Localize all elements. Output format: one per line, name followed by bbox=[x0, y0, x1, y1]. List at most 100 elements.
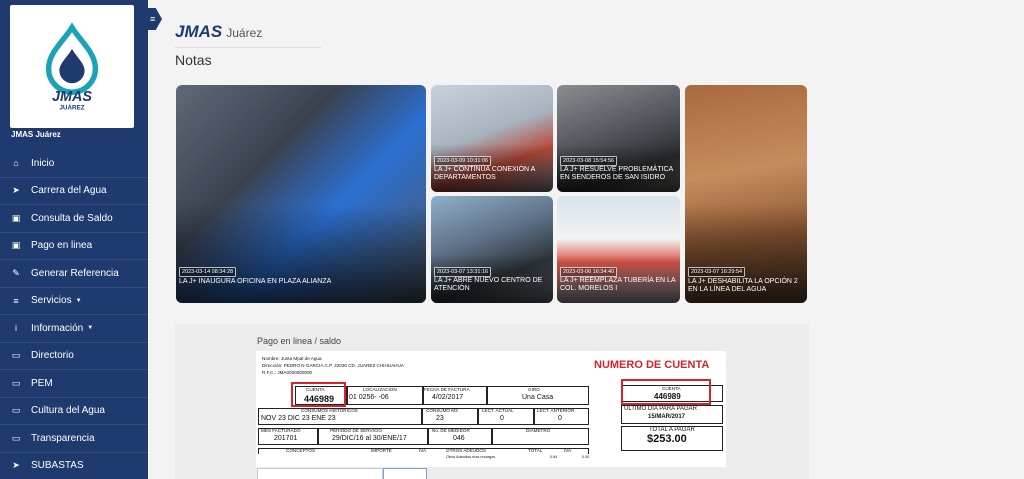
send-icon: ➤ bbox=[12, 185, 20, 196]
news-date: 2023-03-07 13:31:16 bbox=[434, 267, 492, 277]
account-search-button[interactable] bbox=[383, 468, 427, 479]
logo-text: JMAS bbox=[52, 89, 92, 105]
bill-consumo-m3-value: 23 bbox=[436, 415, 444, 422]
bill-medidor-value: 046 bbox=[453, 435, 465, 442]
news-date: 2023-03-07 16:29:54 bbox=[688, 267, 746, 277]
bill-direccion: Dirección: PEDRO N GARCIA C.P. 32030 CD.… bbox=[262, 363, 404, 368]
bill-localizacion-value: 01 0256- -06 bbox=[349, 394, 389, 401]
bill-ultimo-dia-label: ULTIMO DIA PARA PAGAR bbox=[624, 406, 698, 412]
sidebar-item-cultura-del-agua[interactable]: ▭ Cultura del Agua bbox=[0, 398, 148, 425]
sidebar-item-inicio[interactable]: ⌂ Inicio bbox=[0, 150, 148, 178]
brand-name: JMAS Juárez bbox=[11, 130, 61, 139]
news-card[interactable]: 2023-03-14 08:34:28 LA J+ INAUGURA OFICIN… bbox=[176, 85, 426, 303]
news-card[interactable]: 2023-03-07 16:29:54 LA J+ DESHABILITA LA … bbox=[685, 85, 807, 303]
bill-periodo-value: 29/DIC/16 al 30/ENE/17 bbox=[332, 435, 407, 442]
sidebar-toggle-button[interactable]: ≡ bbox=[148, 8, 162, 30]
money-icon: ▣ bbox=[11, 212, 21, 223]
sidebar-item-label: Servicios bbox=[31, 295, 72, 307]
bill-otros-row: Otros Adeudos mas recargos bbox=[446, 455, 496, 459]
news-card[interactable]: 2023-03-06 16:34:40 LA J+ REEMPLAZA TUBER… bbox=[557, 196, 680, 303]
bill-consumos-value: NOV 23 DIC 23 ENE 23 bbox=[261, 415, 336, 422]
sidebar-item-label: Generar Referencia bbox=[31, 267, 119, 279]
sidebar-item-generar-referencia[interactable]: ✎ Generar Referencia bbox=[0, 260, 148, 288]
bill-nombre: Nombre: Junta Mpal de Agua bbox=[262, 356, 322, 361]
news-title: LA J+ CONTINÚA CONEXIÓN A DEPARTAMENTOS bbox=[434, 166, 535, 181]
bill-iva2-label: IVA bbox=[564, 448, 572, 453]
sidebar-item-consulta-de-saldo[interactable]: ▣ Consulta de Saldo bbox=[0, 205, 148, 233]
sidebar-item-label: Directorio bbox=[31, 350, 74, 362]
news-title: LA J+ INAUGURA OFICINA EN PLAZA ALIANZA bbox=[179, 278, 332, 285]
account-number-input[interactable] bbox=[257, 468, 383, 479]
news-date: 2023-03-09 10:31:06 bbox=[434, 156, 492, 166]
bill-diametro-label: DIAMETRO bbox=[526, 428, 551, 433]
sidebar: JMAS JUÁREZ JMAS Juárez ⌂ Inicio ➤ Carrera … bbox=[0, 0, 148, 479]
sidebar-item-label: SUBASTAS bbox=[31, 460, 84, 472]
bill-consumos-label: CONSUMOS HISTORICOS bbox=[301, 408, 358, 413]
sidebar-item-pago-en-linea[interactable]: ▣ Pago en linea bbox=[0, 233, 148, 260]
bill-iva-label: IVA bbox=[419, 448, 427, 453]
news-title: LA J+ ABRE NUEVO CENTRO DE ATENCIÓN bbox=[434, 277, 543, 292]
bill-consumo-m3-label: CONSUMO M3 bbox=[426, 408, 458, 413]
sidebar-item-información[interactable]: i Información ▼ bbox=[0, 315, 148, 343]
caret-down-icon: ▼ bbox=[87, 325, 94, 332]
bill-total-pagar-value: $253.00 bbox=[647, 433, 687, 445]
edit-icon: ✎ bbox=[12, 267, 20, 278]
bill-giro-label: GIRO bbox=[528, 387, 540, 392]
sidebar-item-label: Pago en linea bbox=[31, 240, 93, 252]
right-cuenta-highlight bbox=[621, 379, 711, 405]
bill-importe-label: IMPORTE bbox=[371, 448, 392, 453]
news-card[interactable]: 2023-03-08 15:54:56 LA J+ RESUELVE PROBLE… bbox=[557, 85, 680, 192]
logo-subtext: JUÁREZ bbox=[59, 102, 84, 111]
bill-otros-label: OTROS ADEUDOS bbox=[446, 448, 487, 453]
caret-down-icon: ▼ bbox=[75, 297, 82, 304]
header-divider bbox=[175, 47, 321, 48]
bill-lect-anterior-label: LECT. ANTERIOR bbox=[537, 408, 575, 413]
card-icon: ▭ bbox=[11, 432, 21, 443]
page-header: JMAS Juárez bbox=[175, 22, 262, 42]
card-icon: ▭ bbox=[11, 377, 21, 388]
card-icon: ▭ bbox=[11, 405, 21, 416]
bill-mes-label: MES FACTURADO bbox=[261, 428, 301, 433]
sidebar-item-pem[interactable]: ▭ PEM bbox=[0, 370, 148, 398]
send-icon: ➤ bbox=[12, 460, 20, 471]
numero-de-cuenta-label: NUMERO DE CUENTA bbox=[594, 359, 710, 371]
sidebar-item-label: Información bbox=[31, 322, 84, 334]
hamburger-icon: ≡ bbox=[150, 14, 156, 24]
bill-lect-actual-label: LECT. ACTUAL bbox=[482, 408, 514, 413]
bill-fecha-label: FECHA DE FACTURA bbox=[424, 387, 470, 392]
sidebar-item-transparencia[interactable]: ▭ Transparencia bbox=[0, 425, 148, 453]
sidebar-item-directorio[interactable]: ▭ Directorio bbox=[0, 343, 148, 370]
bill-mes-value: 201701 bbox=[274, 435, 298, 442]
card-icon: ▭ bbox=[11, 350, 21, 361]
sidebar-item-carrera-del-agua[interactable]: ➤ Carrera del Agua bbox=[0, 178, 148, 205]
news-card[interactable]: 2023-03-07 13:31:16 LA J+ ABRE NUEVO CENT… bbox=[431, 196, 553, 303]
payment-title: Pago en linea / saldo bbox=[257, 336, 342, 346]
home-icon: ⌂ bbox=[13, 158, 19, 169]
logo[interactable]: JMAS JUÁREZ bbox=[10, 5, 134, 128]
bill-otros-iva: 0.00 bbox=[582, 455, 590, 459]
jmas-logo-icon: JMAS JUÁREZ bbox=[45, 21, 99, 111]
news-title: LA J+ DESHABILITA LA OPCIÓN 2 EN LA LÍNE… bbox=[688, 278, 798, 293]
bill-lect-actual-value: 0 bbox=[500, 415, 504, 422]
news-date: 2023-03-06 16:34:40 bbox=[560, 267, 618, 277]
header-subtitle: Juárez bbox=[226, 26, 263, 40]
bill-ultimo-dia-value: 15/MAR/2017 bbox=[648, 414, 686, 420]
info-icon: i bbox=[15, 323, 17, 334]
bill-giro-value: Una Casa bbox=[522, 394, 554, 401]
bill-localizacion-label: LOCALIZACION bbox=[363, 387, 397, 392]
money-icon: ▣ bbox=[11, 240, 21, 251]
news-title: LA J+ REEMPLAZA TUBERÍA EN LA COL. MOREL… bbox=[560, 277, 676, 292]
news-card[interactable]: 2023-03-09 10:31:06 LA J+ CONTINÚA CONEXI… bbox=[431, 85, 553, 192]
bill-total-label: TOTAL bbox=[528, 448, 543, 453]
sidebar-item-label: Inicio bbox=[31, 157, 55, 169]
sample-bill-image: Nombre: Junta Mpal de Agua Dirección: PE… bbox=[256, 351, 726, 467]
bill-medidor-label: No. DE MEDIDOR bbox=[432, 428, 470, 433]
bill-conceptos-label: CONCEPTOS bbox=[286, 448, 316, 453]
list-icon: ≡ bbox=[13, 295, 19, 306]
sidebar-item-servicios[interactable]: ≡ Servicios ▼ bbox=[0, 288, 148, 315]
bill-lect-anterior-value: 0 bbox=[558, 415, 562, 422]
sidebar-item-label: Transparencia bbox=[31, 432, 95, 444]
sidebar-item-subastas[interactable]: ➤ SUBASTAS bbox=[0, 453, 148, 479]
bill-periodo-label: PERIODO DE SERVICIO bbox=[330, 428, 382, 433]
news-date: 2023-03-14 08:34:28 bbox=[179, 267, 237, 277]
